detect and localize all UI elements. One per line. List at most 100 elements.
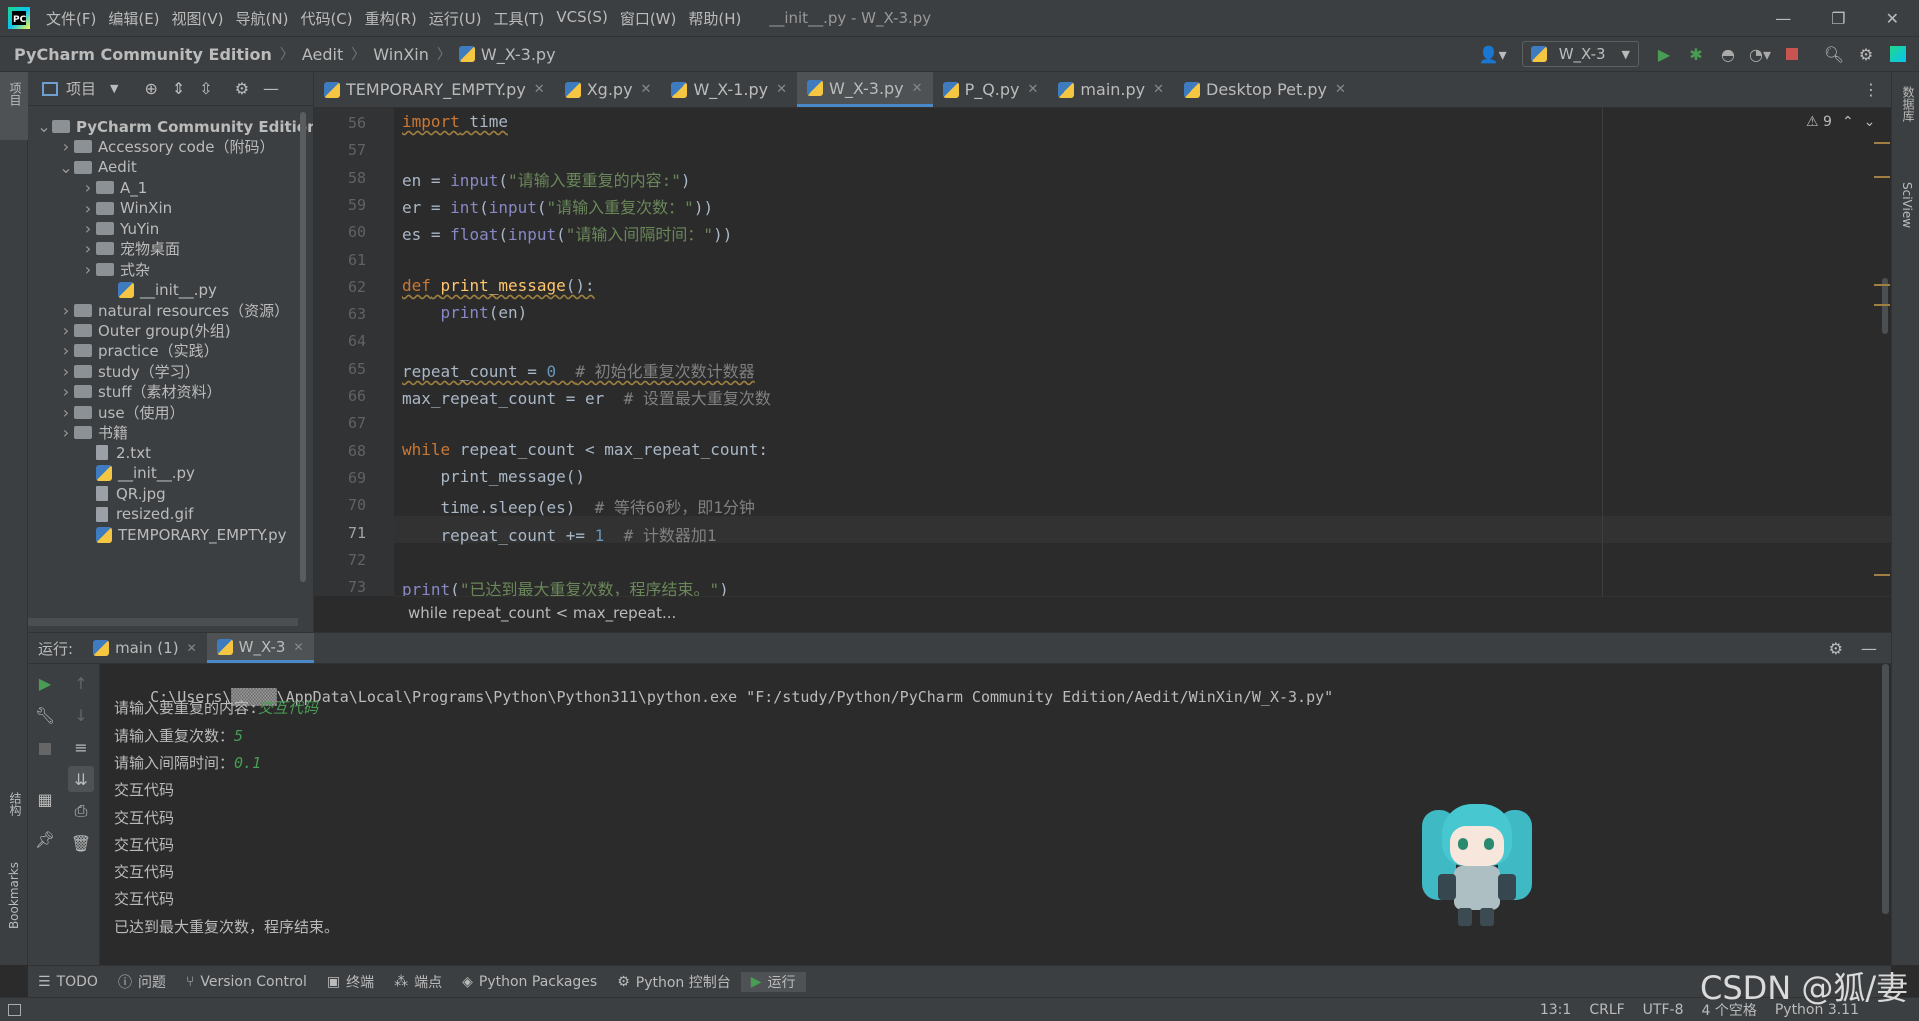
user-icon[interactable]: 👤▾ [1476,41,1510,67]
close-icon[interactable]: ✕ [534,82,545,97]
console-scrollbar[interactable] [1882,664,1889,914]
editor-tab[interactable]: W_X-1.py ✕ [661,72,797,107]
close-icon[interactable]: ✕ [1028,82,1039,97]
more-tabs-icon[interactable]: ⋮ [1863,72,1891,107]
editor-scrollbar[interactable] [1882,278,1888,334]
menu-item[interactable]: 代码(C) [294,8,358,29]
jetbrains-icon[interactable] [1885,41,1911,67]
editor-tab[interactable]: TEMPORARY_EMPTY.py ✕ [314,72,555,107]
close-icon[interactable]: ✕ [1153,82,1164,97]
profile-icon[interactable]: ◔▾ [1747,41,1773,67]
down-arrow-icon[interactable]: ↓ [68,702,94,728]
desktop-pet-mascot[interactable] [1418,804,1536,928]
bottom-tab[interactable]: ⑂ Version Control [176,974,317,990]
layout-icon[interactable]: ▦ [32,786,58,812]
gear-icon[interactable]: ⚙ [235,79,249,98]
bottom-tab[interactable]: ⁂ 端点 [384,972,452,992]
editor-tab[interactable]: Xg.py ✕ [555,72,662,107]
editor-tab[interactable]: main.py ✕ [1048,72,1174,107]
editor-tab[interactable]: W_X-3.py ✕ [797,72,933,107]
warning-icon: ⚠ [1806,114,1819,130]
breadcrumb-item[interactable]: WinXin [373,45,429,64]
bottom-tab[interactable]: ☰ TODO [28,974,108,990]
tree-h-scrollbar[interactable] [28,618,298,626]
hide-icon[interactable]: — [1861,639,1891,658]
run-icon[interactable]: ▶ [1651,41,1677,67]
file-encoding[interactable]: UTF-8 [1634,1002,1693,1018]
soft-wrap-icon[interactable]: ≡ [68,734,94,760]
editor-tab[interactable]: Desktop Pet.py ✕ [1174,72,1356,107]
restore-icon[interactable]: ❐ [1831,9,1845,28]
close-icon[interactable]: ✕ [187,641,197,655]
rerun-icon[interactable]: ▶ [32,670,58,696]
project-tool-label[interactable]: 项目 [7,82,24,106]
code-line: def print_message(): [402,275,595,295]
database-tool-label[interactable]: 数据库 [1900,86,1917,122]
bottom-tab[interactable]: ⓘ 问题 [108,972,176,992]
editor-tab[interactable]: P_Q.py ✕ [933,72,1049,107]
bookmarks-tool-label[interactable]: Bookmarks [7,862,21,929]
bottom-tab[interactable]: ▣ 终端 [317,972,384,992]
menu-item[interactable]: 运行(U) [423,8,488,29]
stop-icon[interactable] [32,736,58,762]
editor-breadcrumb-label[interactable]: while repeat_count < max_repeat... [408,604,676,622]
breadcrumb-item[interactable]: Aedit [302,45,343,64]
code-editor[interactable]: import time en = input("请输入要重复的内容:") er = … [394,108,1891,596]
code-line: repeat_count += 1 # 计数器加1 [402,525,717,545]
chevron-down-icon[interactable]: ▼ [110,82,118,95]
close-icon[interactable]: ✕ [293,640,303,654]
project-panel-title[interactable]: 项目 [66,78,96,99]
menu-item[interactable]: 帮助(H) [682,8,747,29]
menu-item[interactable]: 重构(R) [359,8,423,29]
folder-icon [74,364,92,378]
inspection-widget[interactable]: ⚠ 9 ⌃ ⌄ [1806,114,1875,130]
run-config-select[interactable]: W_X-3 ▼ [1521,41,1639,67]
breadcrumb-item[interactable]: PyCharm Community Edition [14,45,272,64]
hide-icon[interactable]: — [263,79,279,98]
run-tab[interactable]: W_X-3 ✕ [206,633,314,663]
search-icon[interactable]: 🔍︎ [1821,41,1847,67]
close-icon[interactable]: ✕ [641,82,652,97]
bottom-tab[interactable]: ◈ Python Packages [452,974,607,990]
line-separator[interactable]: CRLF [1580,1002,1633,1018]
menu-item[interactable]: 窗口(W) [614,8,683,29]
pin-icon[interactable]: 📌︎ [32,826,58,852]
close-icon[interactable]: ✕ [1886,9,1899,28]
minimize-icon[interactable]: — [1775,9,1791,28]
scroll-to-end-icon[interactable]: ⇊ [68,766,94,792]
menu-item[interactable]: 导航(N) [230,8,295,29]
menu-item[interactable]: 编辑(E) [102,8,165,29]
debug-icon[interactable]: ✱ [1683,41,1709,67]
wrench-icon[interactable]: 🔧︎ [32,702,58,728]
stop-icon[interactable] [1779,41,1805,67]
run-console[interactable]: C:\Users\▒▒▒▒▒\AppData\Local\Programs\Py… [100,664,1891,965]
gear-icon[interactable]: ⚙ [1829,639,1861,658]
collapse-all-icon[interactable]: ⇳ [199,79,212,98]
tree-scrollbar[interactable] [300,112,306,582]
bottom-tab[interactable]: ▶ 运行 [740,971,806,992]
menu-item[interactable]: 视图(V) [166,8,230,29]
breadcrumb-item[interactable]: W_X-3.py [481,45,556,64]
bottom-tab[interactable]: ⚙ Python 控制台 [607,972,741,992]
run-tab[interactable]: main (1) ✕ [83,633,207,663]
expand-all-icon[interactable]: ⇕ [172,79,185,98]
next-highlight-icon[interactable]: ⌄ [1864,114,1876,130]
menu-item[interactable]: 文件(F) [40,8,102,29]
close-icon[interactable]: ✕ [912,81,923,96]
up-arrow-icon[interactable]: ↑ [68,670,94,696]
print-icon[interactable]: ⎙ [68,798,94,824]
caret-position[interactable]: 13:1 [1531,1002,1580,1018]
close-icon[interactable]: ✕ [1335,82,1346,97]
gear-icon[interactable]: ⚙ [1853,41,1879,67]
previous-highlight-icon[interactable]: ⌃ [1842,114,1854,130]
panel-toggle-icon[interactable] [8,1003,21,1016]
close-icon[interactable]: ✕ [776,82,787,97]
menu-item[interactable]: 工具(T) [487,8,550,29]
menu-item[interactable]: VCS(S) [550,8,613,29]
tree-item[interactable]: TEMPORARY_EMPTY.py [80,522,287,547]
coverage-icon[interactable]: ◓ [1715,41,1741,67]
trash-icon[interactable]: 🗑︎ [68,830,94,856]
structure-tool-label[interactable]: 结构 [7,792,24,816]
sciview-tool-label[interactable]: SciView [1900,182,1914,228]
locate-icon[interactable]: ⊕ [144,79,157,98]
